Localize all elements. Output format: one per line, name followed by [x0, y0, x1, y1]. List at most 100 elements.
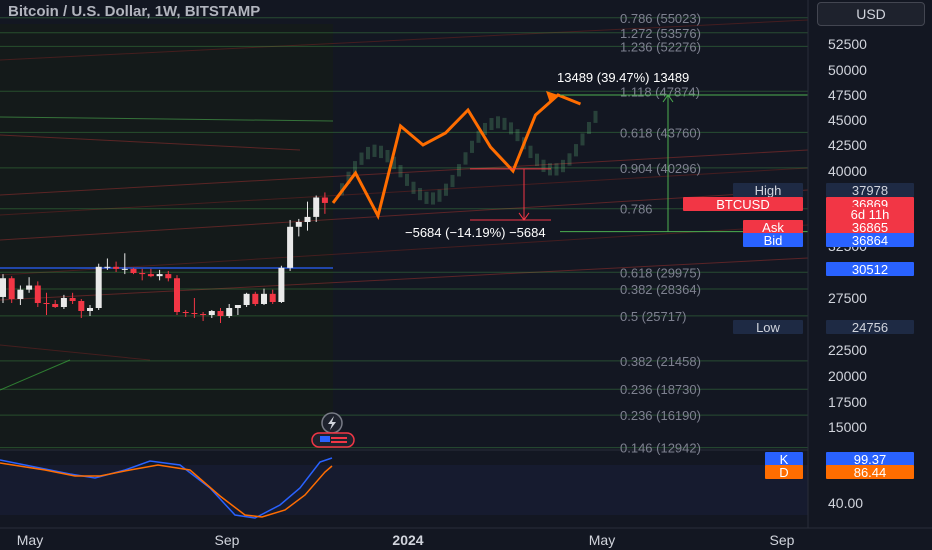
fib-label: 0.618 (43760) — [620, 125, 701, 140]
chart-canvas[interactable]: 0.786 (55023)1.272 (53576)1.236 (52276)1… — [0, 0, 932, 550]
candle-body — [295, 222, 302, 227]
us-flag-icon — [311, 432, 355, 448]
ghost-candle — [411, 181, 416, 194]
candle-body — [60, 298, 67, 307]
candle-body — [174, 278, 180, 312]
ghost-candle — [502, 117, 507, 130]
candle-body — [139, 273, 146, 275]
level-value-text: 30512 — [852, 262, 888, 277]
time-tick-label: Sep — [770, 532, 795, 548]
candle-body — [226, 308, 233, 316]
price-tick-label: 47500 — [828, 87, 867, 103]
fib-label: 1.118 (47874) — [620, 84, 700, 99]
time-tick-label: May — [589, 532, 615, 548]
candle-body — [278, 267, 285, 302]
candle-body — [252, 293, 259, 304]
ghost-candle — [574, 144, 578, 157]
candle-body — [95, 266, 102, 308]
ghost-candle — [593, 110, 598, 123]
candle-body — [147, 274, 154, 277]
price-tick-label: 50000 — [828, 62, 867, 78]
time-tick-label: Sep — [215, 532, 240, 548]
candle-body — [234, 305, 241, 308]
ghost-candle — [444, 183, 448, 196]
flag-stripe — [331, 437, 347, 439]
candle-body — [313, 197, 320, 217]
ghost-candle — [587, 121, 591, 134]
ghost-candle — [567, 153, 572, 166]
ghost-candle — [470, 140, 474, 153]
fib-label: 1.236 (52276) — [620, 39, 701, 54]
projection-path — [331, 93, 582, 221]
ghost-candle — [515, 129, 520, 142]
ghost-candle — [496, 116, 500, 129]
chart-title: Bitcoin / U.S. Dollar, 1W, BITSTAMP — [8, 3, 261, 20]
candle-body — [287, 226, 294, 268]
price-tick-label: 20000 — [828, 368, 867, 384]
candle-body — [243, 293, 250, 305]
ghost-candle — [405, 173, 409, 186]
low-label-text: Low — [756, 320, 780, 335]
fib-label: 0.146 (12942) — [620, 441, 701, 456]
candle-body — [269, 293, 276, 302]
fib-label: 0.382 (28364) — [620, 282, 701, 297]
measure-down-label: −5684 (−14.19%) −5684 — [405, 225, 546, 240]
osc-d-label-text: D — [779, 465, 788, 480]
price-tick-label: 52500 — [828, 36, 867, 52]
candle-body — [182, 312, 189, 313]
price-tick-label: 15000 — [828, 419, 867, 435]
price-tick-label: 45000 — [828, 112, 867, 128]
ghost-candle — [385, 149, 390, 163]
flag-stripe — [331, 441, 347, 443]
price-tick-label: 27500 — [828, 290, 867, 306]
fib-label: 0.786 (55023) — [620, 11, 701, 26]
fib-label: 0.618 (29975) — [620, 265, 701, 280]
candle-body — [261, 293, 267, 304]
ghost-candle — [535, 153, 539, 166]
ghost-candle — [580, 133, 585, 146]
osc-d-value-text: 86.44 — [854, 465, 887, 480]
candle-body — [130, 268, 137, 274]
ghost-candle — [476, 130, 481, 143]
price-tick-label: 17500 — [828, 394, 867, 410]
fib-label: 0.236 (16190) — [620, 408, 701, 423]
candle-body — [304, 216, 311, 222]
ghost-candle — [554, 163, 559, 176]
ghost-candle — [457, 164, 461, 177]
candle-body — [0, 278, 6, 297]
ghost-candle — [489, 118, 494, 131]
ghost-candle — [450, 174, 455, 188]
high-label-text: High — [755, 183, 782, 198]
bid-value-text: 36864 — [852, 233, 888, 248]
candle-body — [165, 274, 172, 279]
candle-body — [78, 301, 85, 311]
oscillator-tick-label: 40.00 — [828, 495, 863, 511]
fib-label: 0.236 (18730) — [620, 382, 701, 397]
candle-body — [104, 266, 111, 268]
candle-body — [321, 197, 328, 203]
candle-body — [191, 313, 198, 314]
candle-body — [87, 308, 93, 311]
price-tick-label: 42500 — [828, 137, 867, 153]
candle-body — [26, 285, 33, 290]
candle-body — [217, 311, 224, 316]
ghost-candle — [372, 144, 377, 157]
candle-body — [52, 304, 59, 307]
flag-canton — [320, 436, 330, 442]
ghost-candle — [437, 189, 442, 202]
bid-label-text: Bid — [764, 233, 783, 248]
price-tick-label: 22500 — [828, 342, 867, 358]
ghost-candle — [418, 188, 422, 201]
ghost-candle — [366, 146, 370, 160]
fib-label: 0.5 (25717) — [620, 309, 687, 324]
time-tick-label: May — [17, 532, 43, 548]
ghost-candle — [398, 165, 403, 178]
measure-up-label: 13489 (39.47%) 13489 — [557, 70, 689, 85]
currency-button[interactable]: USD — [817, 2, 925, 26]
ghost-candle — [359, 152, 364, 165]
candle-body — [200, 314, 207, 315]
candle-body — [69, 298, 76, 301]
candle-body — [113, 266, 120, 269]
candle-body — [8, 278, 15, 299]
time-tick-label: 2024 — [392, 532, 423, 548]
